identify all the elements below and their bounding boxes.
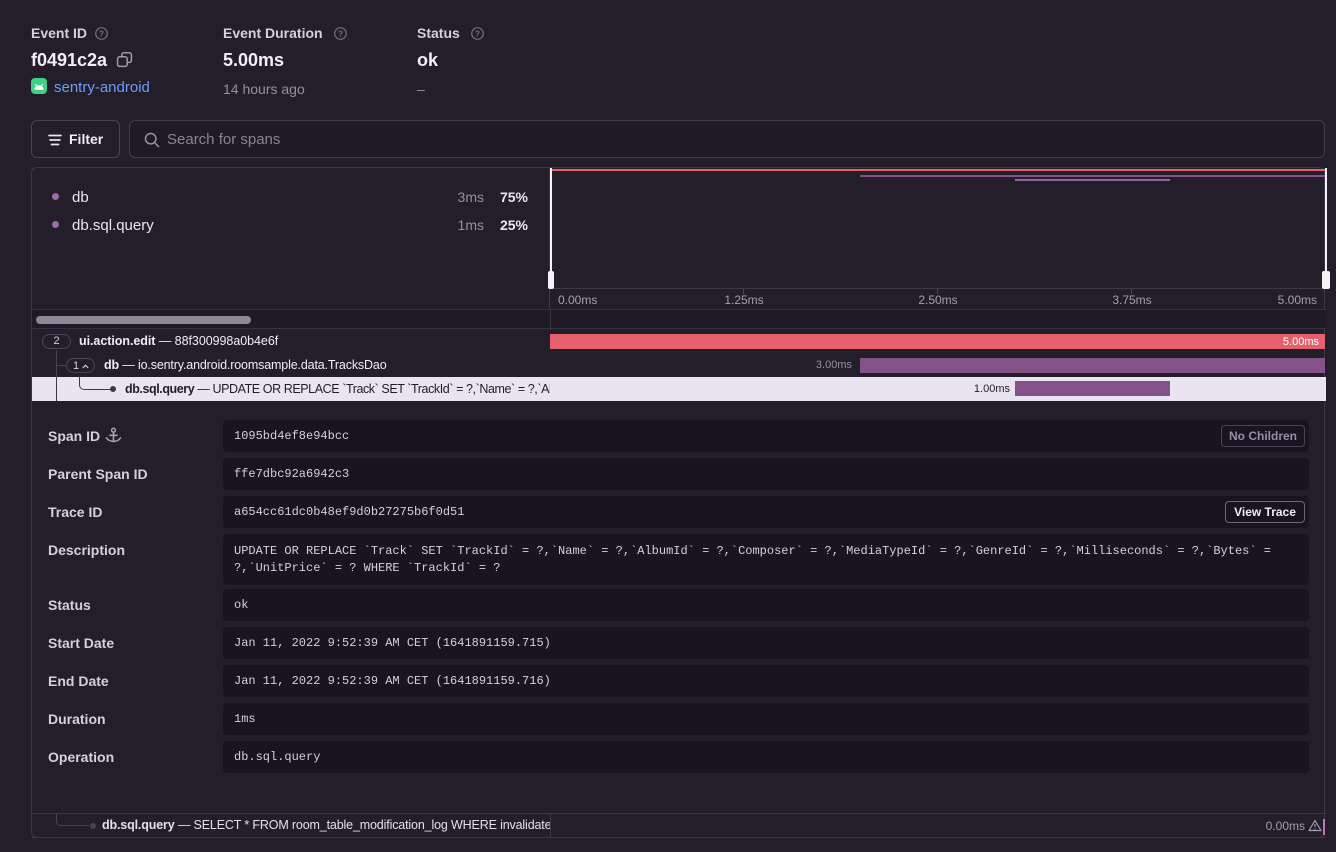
svg-text:?: ? — [475, 29, 480, 38]
svg-text:?: ? — [338, 29, 343, 38]
svg-text:?: ? — [99, 29, 104, 38]
